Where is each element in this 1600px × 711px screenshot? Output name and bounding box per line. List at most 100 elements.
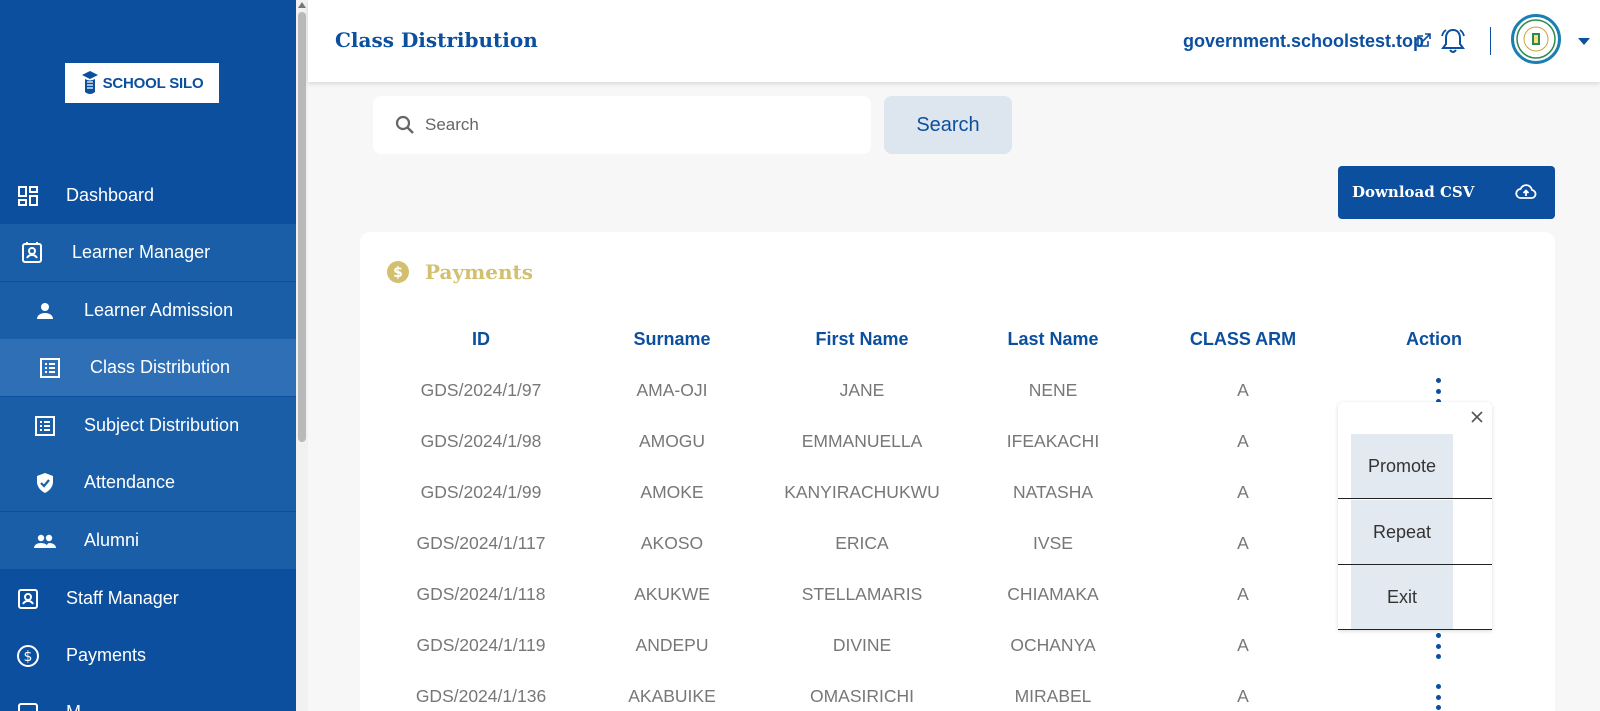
row-actions-kebab-icon[interactable] — [1428, 684, 1448, 710]
cell-surname: AKUKWE — [634, 584, 710, 604]
sidebar-item-subject-distribution[interactable]: Subject Distribution — [0, 397, 296, 454]
logo-mark-icon — [81, 71, 98, 94]
cell-first-name: STELLAMARIS — [801, 584, 923, 604]
cell-first-name: DIVINE — [832, 635, 892, 655]
svg-text:$: $ — [24, 649, 33, 665]
sidebar-item-label: Learner Admission — [84, 300, 234, 320]
column-header-class-arm: CLASS ARM — [1189, 329, 1297, 349]
top-header: Class Distribution government.schoolstes… — [308, 0, 1600, 82]
download-csv-label: Download CSV — [1352, 183, 1475, 201]
column-header-surname: Surname — [633, 329, 711, 349]
column-header-id: ID — [472, 329, 490, 349]
cell-class-arm: A — [1237, 635, 1249, 655]
cell-first-name: OMASIRICHI — [809, 686, 915, 706]
cell-surname: AMOGU — [638, 431, 706, 451]
avatar[interactable] — [1511, 14, 1561, 64]
download-csv-button[interactable]: Download CSV — [1338, 166, 1555, 219]
cell-surname: ANDEPU — [635, 635, 709, 655]
sidebar-item-staff-manager[interactable]: Staff Manager — [0, 570, 296, 627]
dashboard-icon — [18, 185, 38, 206]
column-header-action: Action — [1406, 329, 1462, 349]
person-icon — [37, 302, 53, 319]
school-crest-icon — [1516, 19, 1556, 59]
close-icon[interactable] — [1469, 409, 1485, 425]
cell-first-name: KANYIRACHUKWU — [784, 482, 940, 502]
group-icon — [34, 534, 56, 548]
cell-last-name: IFEAKACHI — [1006, 431, 1100, 451]
sidebar-item-payments[interactable]: $ Payments — [0, 627, 296, 684]
sidebar-item-learner-admission[interactable]: Learner Admission — [0, 282, 296, 339]
logo-text: SCHOOL SILO — [102, 74, 204, 92]
sidebar-item-attendance[interactable]: Attendance — [0, 454, 296, 511]
row-actions-kebab-icon[interactable] — [1428, 378, 1448, 404]
row-action-menu: Promote Repeat Exit — [1338, 402, 1492, 630]
id-card-icon — [22, 241, 42, 263]
menu-item-exit[interactable]: Exit — [1338, 565, 1492, 630]
bell-icon[interactable] — [1438, 26, 1468, 56]
cell-class-arm: A — [1237, 686, 1249, 706]
cell-last-name: NATASHA — [1012, 482, 1094, 502]
menu-item-promote[interactable]: Promote — [1338, 434, 1492, 499]
menu-item-label: Exit — [1386, 587, 1417, 607]
search-input[interactable] — [425, 110, 845, 140]
cell-last-name: MIRABEL — [1014, 686, 1092, 706]
cell-first-name: ERICA — [835, 533, 889, 553]
column-header-last-name: Last Name — [1007, 329, 1099, 349]
cell-id: GDS/2024/1/99 — [420, 482, 542, 502]
cell-last-name: IVSE — [1033, 533, 1073, 553]
shield-check-icon — [37, 472, 53, 493]
menu-item-repeat[interactable]: Repeat — [1338, 500, 1492, 565]
sidebar-item-label: M — [66, 702, 81, 711]
cell-class-arm: A — [1237, 431, 1249, 451]
search-box — [373, 96, 871, 154]
external-link-icon[interactable] — [1416, 32, 1432, 48]
cell-surname: AMA-OJI — [636, 380, 708, 400]
menu-item-label: Promote — [1367, 456, 1437, 476]
cell-id: GDS/2024/1/97 — [420, 380, 542, 400]
cell-first-name: JANE — [839, 380, 885, 400]
account-dropdown-chevron-down-icon[interactable] — [1578, 38, 1590, 45]
list-icon — [35, 415, 55, 436]
card-title: Payments — [425, 260, 534, 284]
cell-first-name: EMMANUELLA — [801, 431, 923, 451]
sidebar-item-dashboard[interactable]: Dashboard — [0, 167, 296, 224]
sidebar-item-label: Learner Manager — [72, 242, 211, 262]
cloud-upload-icon — [1515, 184, 1537, 199]
header-divider — [1490, 27, 1491, 55]
sidebar-item-label: Staff Manager — [66, 588, 179, 608]
cell-last-name: CHIAMAKA — [1007, 584, 1099, 604]
cell-surname: AKOSO — [640, 533, 704, 553]
dollar-icon: $ — [17, 644, 39, 667]
school-silo-logo[interactable]: SCHOOL SILO — [65, 63, 219, 103]
cell-surname: AKABUIKE — [628, 686, 716, 706]
dollar-circle-icon: $ — [387, 261, 409, 283]
sidebar-item-label: Subject Distribution — [84, 415, 240, 435]
search-button[interactable]: Search — [884, 96, 1012, 154]
list-icon — [40, 357, 60, 378]
cell-surname: AMOKE — [640, 482, 704, 502]
scroll-up-arrow-icon[interactable] — [298, 2, 306, 8]
sidebar-item-label: Attendance — [84, 472, 176, 492]
cell-id: GDS/2024/1/118 — [416, 584, 546, 604]
sidebar-item-partial[interactable]: M — [0, 684, 296, 711]
table-row: GDS/2024/1/136 AKABUIKE OMASIRICHI MIRAB… — [360, 671, 1555, 711]
cell-id: GDS/2024/1/98 — [420, 431, 542, 451]
cell-class-arm: A — [1237, 584, 1249, 604]
cell-id: GDS/2024/1/117 — [416, 533, 546, 553]
sidebar: SCHOOL SILO Dashboard Learner Manager Le… — [0, 0, 296, 711]
page-title: Class Distribution — [335, 28, 538, 52]
id-card-icon — [18, 702, 38, 711]
sidebar-item-class-distribution[interactable]: Class Distribution — [0, 339, 296, 396]
column-header-first-name: First Name — [815, 329, 909, 349]
row-actions-kebab-icon[interactable] — [1428, 633, 1448, 659]
sidebar-item-label: Payments — [66, 645, 147, 665]
svg-text:$: $ — [393, 265, 403, 281]
sidebar-item-alumni[interactable]: Alumni — [0, 512, 296, 569]
search-icon — [395, 115, 414, 134]
domain-link[interactable]: government.schoolstest.top — [1183, 31, 1424, 52]
cell-id: GDS/2024/1/136 — [415, 686, 547, 706]
id-card-icon — [18, 588, 38, 609]
scrollbar-thumb[interactable] — [298, 12, 306, 442]
sidebar-item-label: Class Distribution — [90, 357, 231, 377]
sidebar-item-learner-manager[interactable]: Learner Manager — [0, 224, 296, 281]
